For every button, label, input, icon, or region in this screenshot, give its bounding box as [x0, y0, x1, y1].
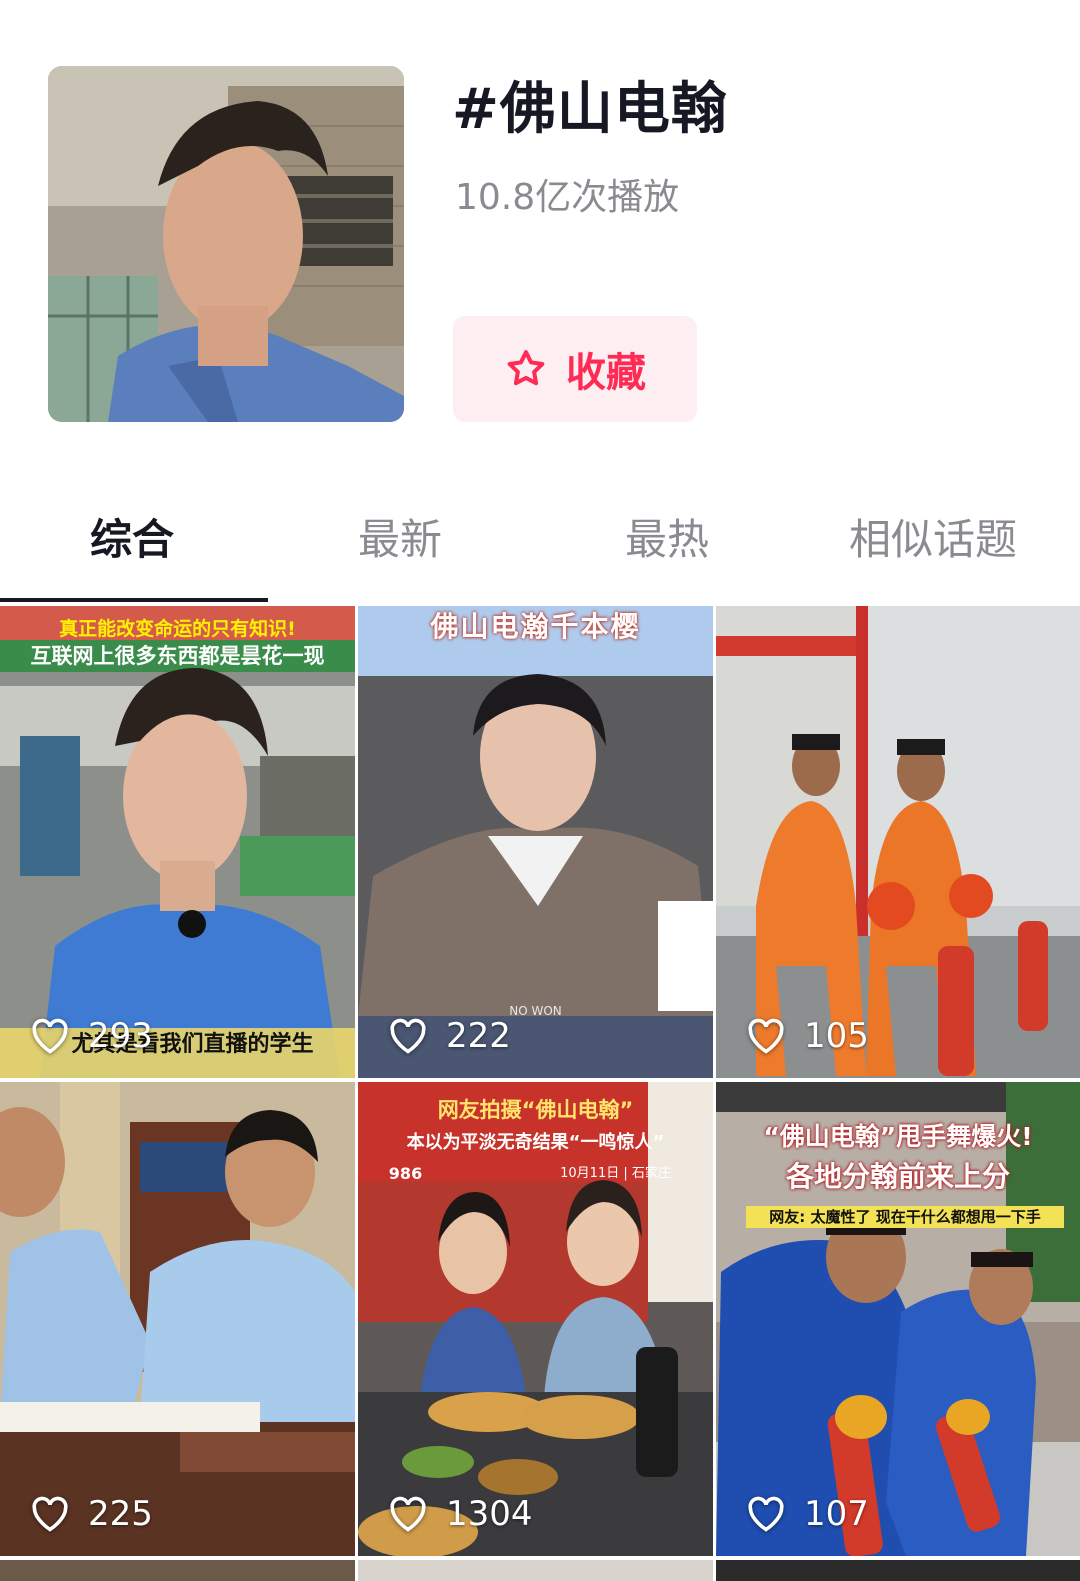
like-count-value: 222: [446, 1016, 511, 1056]
like-count: 105: [746, 1016, 869, 1056]
video-caption: “佛山电翰”甩手舞爆火!: [763, 1122, 1033, 1151]
video-caption: 真正能改变命运的只有知识!: [59, 618, 296, 640]
heart-outline-icon: [390, 1496, 426, 1532]
play-count: 10.8亿次播放: [455, 177, 680, 218]
video-thumbnail: [0, 606, 355, 1078]
video-caption: 各地分翰前来上分: [785, 1160, 1010, 1193]
like-count-value: 293: [88, 1016, 153, 1056]
heart-outline-icon: [748, 1496, 784, 1532]
collect-button[interactable]: 收藏: [453, 316, 697, 422]
like-count: 225: [30, 1494, 153, 1534]
video-thumbnail: [0, 1082, 355, 1556]
like-count: 293: [30, 1016, 153, 1056]
like-count-value: 225: [88, 1494, 153, 1534]
video-caption: 网友: 太魔性了 现在干什么都想甩一下手: [746, 1206, 1064, 1228]
video-card[interactable]: “佛山电翰”甩手舞爆火! 各地分翰前来上分 网友: 太魔性了 现在干什么都想甩一…: [716, 1082, 1080, 1556]
video-card[interactable]: 105: [716, 606, 1080, 1078]
star-outline-icon: [507, 350, 545, 386]
video-grid: 真正能改变命运的只有知识! 互联网上很多东西都是昙花一现 尤其是看我们直播的学生…: [0, 606, 1080, 1581]
video-card[interactable]: [0, 1560, 355, 1581]
like-count-value: 1304: [446, 1494, 533, 1534]
like-count: 107: [746, 1494, 869, 1534]
tab-similar-topics[interactable]: 相似话题: [849, 510, 1017, 570]
tab-hottest[interactable]: 最热: [625, 510, 709, 570]
like-count: 1304: [388, 1494, 533, 1534]
video-thumbnail: [716, 606, 1080, 1078]
video-thumbnail: [716, 1082, 1080, 1556]
collect-label: 收藏: [566, 350, 646, 396]
heart-outline-icon: [32, 1018, 68, 1054]
video-caption: 本以为平淡无奇结果“一鸣惊人”: [406, 1132, 665, 1153]
video-caption: 网友拍摄“佛山电翰”: [437, 1098, 634, 1122]
like-count-value: 107: [804, 1494, 869, 1534]
video-card[interactable]: 网友拍摄“佛山电翰” 本以为平淡无奇结果“一鸣惊人” 10月11日 | 石家庄 …: [358, 1082, 713, 1556]
heart-outline-icon: [748, 1018, 784, 1054]
topic-cover-image[interactable]: [48, 66, 404, 422]
topic-title: #佛山电翰: [452, 77, 728, 142]
video-card[interactable]: [358, 1560, 713, 1581]
video-caption: 互联网上很多东西都是昙花一现: [30, 644, 325, 668]
like-count: 222: [388, 1016, 511, 1056]
tab-comprehensive[interactable]: 综合: [90, 510, 174, 570]
video-card[interactable]: 真正能改变命运的只有知识! 互联网上很多东西都是昙花一现 尤其是看我们直播的学生…: [0, 606, 355, 1078]
tab-latest[interactable]: 最新: [358, 510, 442, 570]
station-logo: 986: [388, 1164, 423, 1183]
heart-outline-icon: [32, 1496, 68, 1532]
video-card[interactable]: [716, 1560, 1080, 1581]
video-caption: 佛山电瀚千本樱: [430, 610, 641, 643]
active-tab-indicator: [0, 598, 268, 602]
video-card[interactable]: 225: [0, 1082, 355, 1556]
heart-outline-icon: [390, 1018, 426, 1054]
tab-bar: 综合 最新 最热 相似话题: [0, 490, 1080, 602]
like-count-value: 105: [804, 1016, 869, 1056]
video-card[interactable]: 佛山电瀚千本樱 NO WON 222: [358, 606, 713, 1078]
